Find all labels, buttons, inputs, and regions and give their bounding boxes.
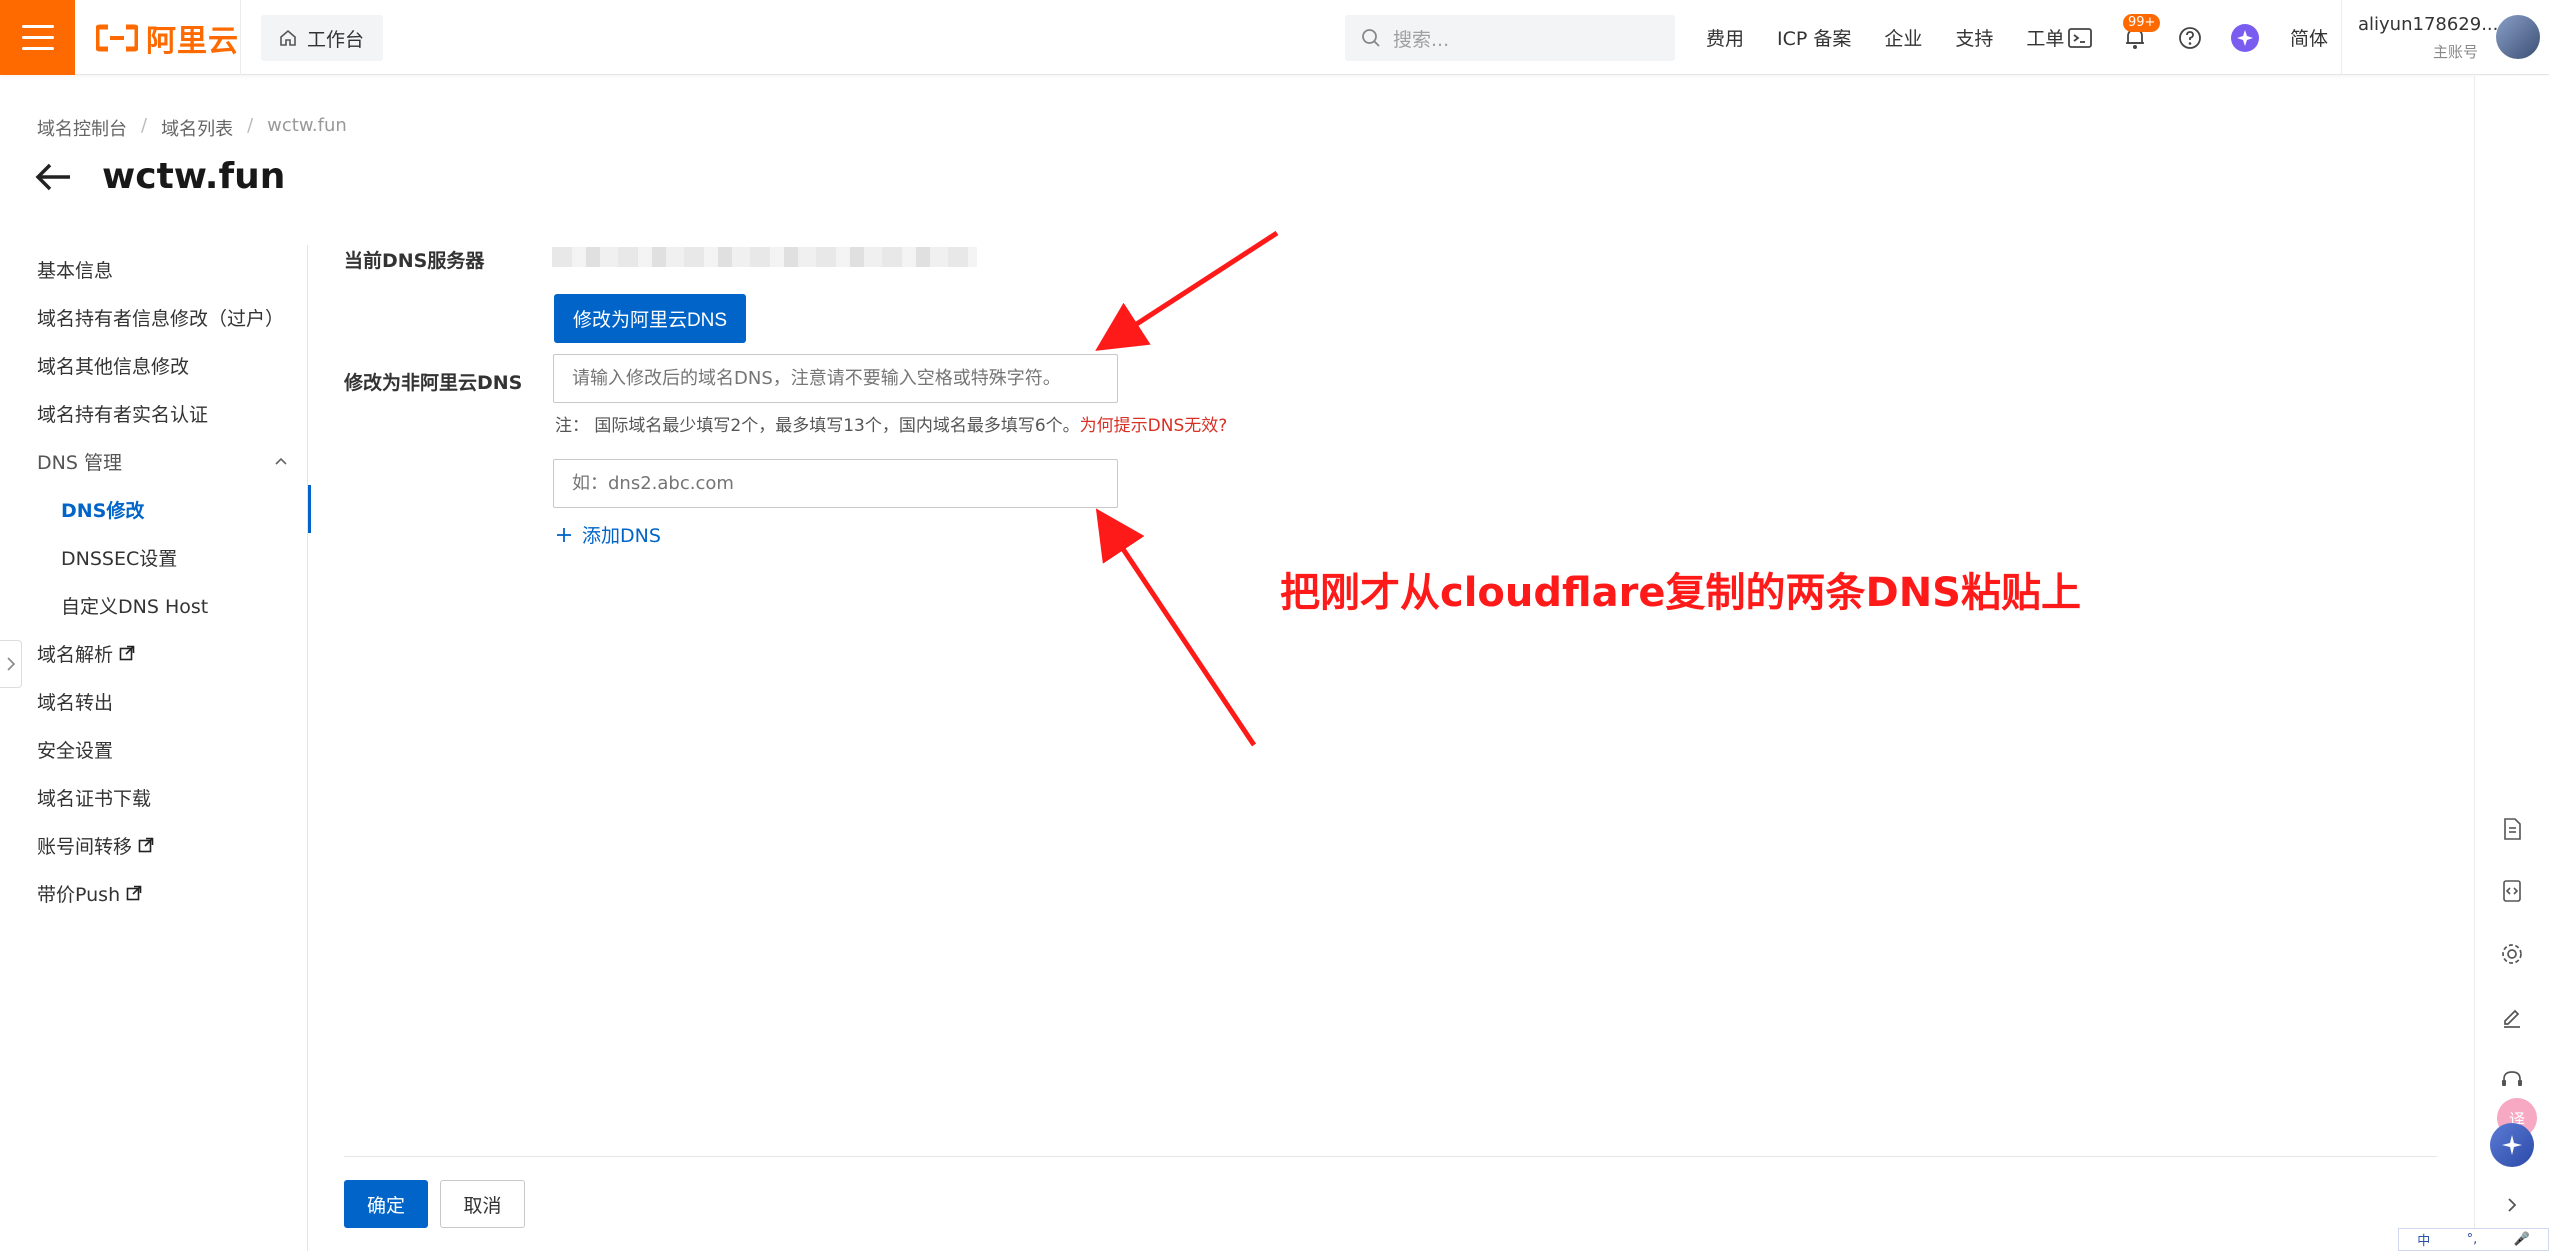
annotation-text: 把刚才从cloudflare复制的两条DNS粘贴上 — [1280, 570, 2081, 616]
annotation-arrow-bottom — [1095, 508, 1257, 747]
cancel-button[interactable]: 取消 — [440, 1180, 525, 1228]
footer-divider — [344, 1156, 2437, 1157]
gear-icon[interactable] — [2495, 937, 2529, 971]
confirm-button[interactable]: 确定 — [344, 1180, 428, 1228]
annotation-arrows — [1095, 230, 1279, 747]
annotation-arrow-top — [1095, 230, 1279, 351]
ime-toolbar[interactable]: 中 °, 🎤 — [2398, 1228, 2549, 1251]
edit-icon[interactable] — [2495, 1000, 2529, 1034]
ime-microphone[interactable]: 🎤 — [2514, 1232, 2530, 1247]
code-icon[interactable] — [2495, 874, 2529, 908]
assistant-float-icon[interactable] — [2490, 1123, 2534, 1167]
document-icon[interactable] — [2495, 812, 2529, 846]
chevron-right-icon[interactable] — [2495, 1188, 2529, 1222]
headset-icon[interactable] — [2495, 1062, 2529, 1096]
ime-punctuation[interactable]: °, — [2467, 1232, 2478, 1247]
ime-chinese-mode[interactable]: 中 — [2417, 1230, 2430, 1249]
